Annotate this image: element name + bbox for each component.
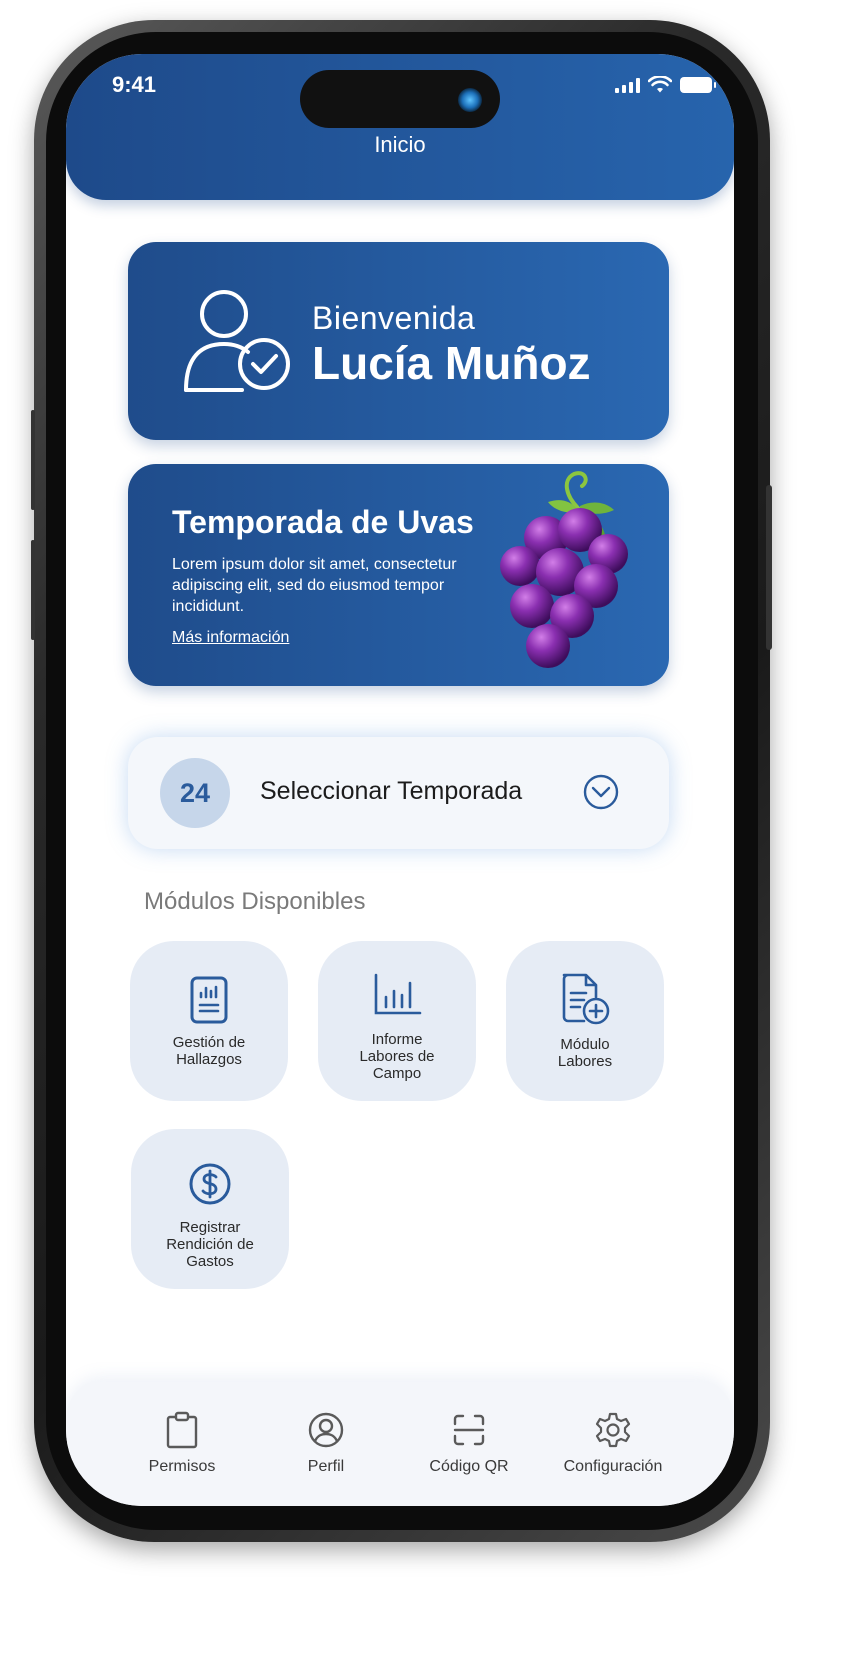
side-button [31,540,35,640]
nav-label: Código QR [429,1458,509,1475]
welcome-greeting: Bienvenida [312,300,476,336]
dollar-icon [189,1163,231,1205]
bar-chart-icon [374,973,422,1015]
user-icon [308,1412,344,1448]
season-badge: 24 [160,758,230,828]
camera-icon [458,88,482,112]
status-icons [615,76,716,94]
nav-permisos[interactable]: Permisos [112,1410,252,1476]
status-time: 9:41 [112,72,157,97]
user-name: Lucía Muñoz [312,337,591,389]
module-registrar-rendicion-gastos[interactable]: Registrar Rendición de Gastos [131,1129,289,1289]
module-labores[interactable]: Módulo Labores [506,941,664,1101]
grapes-icon [500,471,628,668]
module-label: Registrar Rendición de Gastos [166,1219,254,1270]
season-banner: Temporada de Uvas Lorem ipsum dolor sit … [128,464,669,686]
nav-perfil[interactable]: Perfil [256,1410,396,1476]
season-description: Lorem ipsum dolor sit amet, consectetur … [172,556,457,615]
nav-codigo-qr[interactable]: Código QR [399,1410,539,1476]
side-button [31,410,35,510]
season-selector-label: Seleccionar Temporada [260,777,523,805]
module-label: Informe Labores de Campo [359,1031,435,1082]
page-title: Inicio [374,132,426,157]
more-info-link[interactable]: Más información [172,629,289,647]
app-screen: 9:41 Inicio Bienvenida Lucía Muñoz Tempo… [66,54,734,1506]
chevron-down-icon [583,774,619,810]
qr-scan-icon [453,1414,485,1446]
modules-heading: Módulos Disponibles [144,888,366,915]
module-label: Módulo Labores [557,1036,613,1070]
battery-icon [680,77,716,93]
nav-label: Configuración [563,1458,663,1475]
season-selector[interactable]: 24 Seleccionar Temporada [128,737,669,849]
app-header: 9:41 Inicio [66,54,734,200]
gear-icon [595,1412,631,1448]
document-add-icon [562,973,610,1025]
wifi-icon [648,76,672,93]
nav-label: Permisos [148,1458,216,1475]
signal-icon [615,77,640,93]
user-check-icon [184,290,290,392]
module-gestion-hallazgos[interactable]: Gestión de Hallazgos [130,941,288,1101]
document-chart-icon [190,976,228,1024]
clipboard-icon [166,1411,198,1449]
nav-label: Perfil [307,1458,345,1475]
season-title: Temporada de Uvas [172,504,474,540]
power-button [766,485,772,650]
module-informe-labores-campo[interactable]: Informe Labores de Campo [318,941,476,1101]
bottom-navigation: Permisos Perfil Código QR Configuración [66,1382,734,1506]
module-label: Gestión de Hallazgos [172,1034,246,1068]
dynamic-island [300,70,500,128]
welcome-card: Bienvenida Lucía Muñoz [128,242,669,440]
nav-configuracion[interactable]: Configuración [543,1410,683,1476]
